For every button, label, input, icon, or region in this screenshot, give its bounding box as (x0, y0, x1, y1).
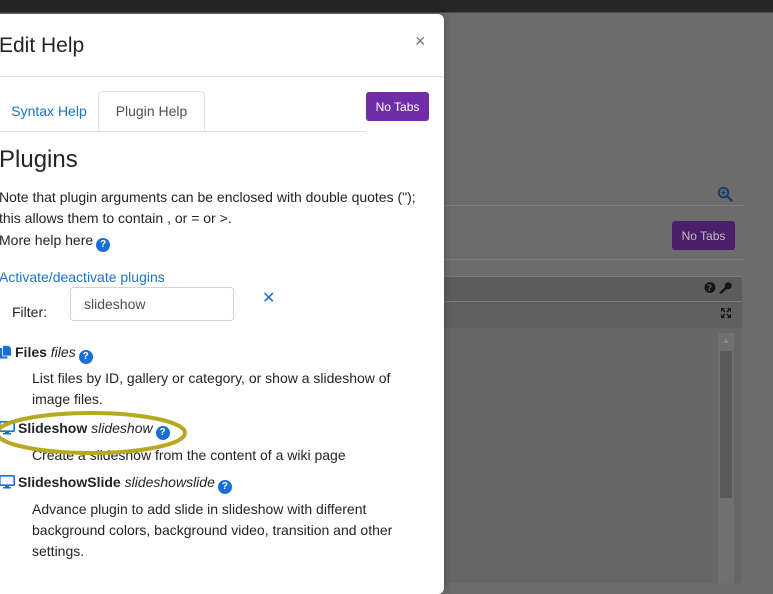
modal-header: Edit Help × (0, 14, 444, 77)
background-scrollbar: ▲ (718, 333, 734, 583)
background-editor-area (444, 328, 742, 583)
scrollbar-thumb (720, 351, 732, 498)
background-top-bar (0, 0, 773, 13)
background-editor-toolbar: ? (444, 276, 742, 301)
help-wrench-icons: ? (704, 281, 732, 297)
background-editor-toolbar-secondary (444, 301, 742, 329)
filter-label: Filter: (12, 304, 47, 320)
tab-syntax-help[interactable]: Syntax Help (0, 91, 98, 130)
files-icon (0, 345, 12, 359)
modal-title: Edit Help (0, 34, 85, 57)
background-divider (444, 205, 744, 206)
wrench-icon (719, 282, 732, 294)
scroll-up-arrow-icon: ▲ (721, 335, 731, 345)
desktop-icon (0, 475, 15, 489)
plugin-slideshow-title: Slideshow slideshow? (0, 420, 170, 440)
help-tabs: Syntax Help Plugin Help (0, 91, 366, 132)
plugin-arguments-note: Note that plugin arguments can be enclos… (0, 189, 416, 226)
no-tabs-button[interactable]: No Tabs (366, 92, 429, 121)
tab-plugin-help[interactable]: Plugin Help (98, 91, 205, 131)
svg-text:?: ? (707, 284, 713, 294)
plugin-name: Slideshow (18, 420, 88, 436)
filter-input[interactable] (70, 287, 234, 321)
plugin-files-title: Files files? (0, 344, 93, 364)
desktop-icon (0, 421, 15, 435)
clear-filter-icon[interactable]: ✕ (262, 288, 275, 308)
more-help-line: More help here? (0, 232, 111, 252)
close-button[interactable]: × (415, 31, 426, 52)
question-circle-icon[interactable]: ? (155, 426, 170, 440)
plugin-slideshowslide-title: SlideshowSlide slideshowslide? (0, 474, 232, 494)
plugins-heading: Plugins (0, 146, 78, 173)
activate-deactivate-plugins-link[interactable]: Activate/deactivate plugins (0, 269, 165, 285)
plugin-id: slideshow (91, 420, 153, 436)
zoom-in-icon[interactable] (717, 186, 733, 202)
question-circle-icon[interactable]: ? (78, 350, 93, 364)
expand-icon (720, 307, 732, 322)
more-help-text: More help here (0, 232, 94, 248)
plugin-files-description: List files by ID, gallery or category, o… (32, 370, 391, 407)
edit-help-modal: Edit Help × Syntax Help Plugin Help No T… (0, 14, 444, 594)
plugin-name: SlideshowSlide (18, 474, 121, 490)
help-icon: ? (704, 282, 732, 294)
background-divider (444, 259, 744, 260)
background-no-tabs-button: No Tabs (672, 221, 735, 250)
plugin-name: Files (15, 344, 47, 360)
question-circle-icon[interactable]: ? (96, 238, 111, 252)
question-circle-icon[interactable]: ? (217, 480, 232, 494)
plugin-id: slideshowslide (124, 474, 215, 490)
plugin-id: files (50, 344, 76, 360)
plugin-slideshow-description: Create a slideshow from the content of a… (32, 447, 346, 463)
plugin-slideshowslide-description: Advance plugin to add slide in slideshow… (32, 501, 393, 559)
